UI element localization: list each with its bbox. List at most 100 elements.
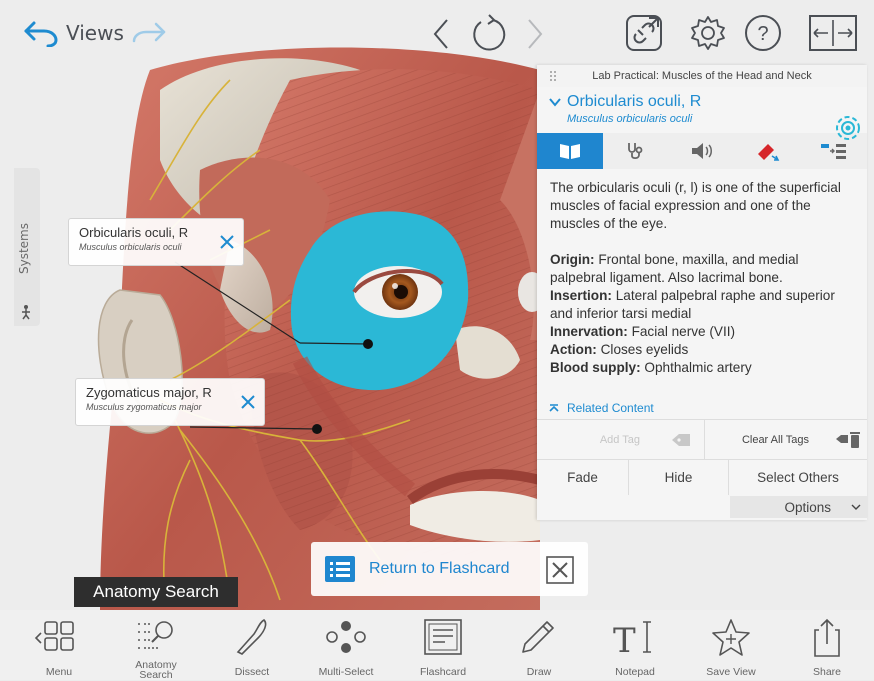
tag-icon <box>672 433 690 446</box>
structure-info-panel: Lab Practical: Muscles of the Head and N… <box>537 65 867 520</box>
stethoscope-icon <box>628 143 643 160</box>
gear-icon <box>691 16 725 50</box>
tag-row: Add Tag Clear All Tags <box>537 419 867 459</box>
chevron-down-icon <box>851 504 861 510</box>
next-view-button[interactable] <box>522 16 548 52</box>
hide-button[interactable]: Hide <box>629 460 729 495</box>
share-button[interactable]: Share <box>786 610 868 680</box>
close-icon[interactable] <box>219 234 235 250</box>
fullscreen-button[interactable] <box>808 14 858 52</box>
flashcard-list-icon <box>325 556 355 582</box>
speaker-icon <box>692 143 712 159</box>
zygomaticus-pin[interactable] <box>312 424 322 434</box>
label-name: Orbicularis oculi, R <box>79 225 189 240</box>
menu-label: Menu <box>45 666 73 678</box>
previous-view-button[interactable] <box>428 16 454 52</box>
label-name: Zygomaticus major, R <box>86 385 212 400</box>
drag-handle-icon[interactable] <box>549 70 557 82</box>
star-add-icon <box>712 619 750 656</box>
menu-grid-icon <box>34 621 74 651</box>
anatomy-search-tooltip: Anatomy Search <box>74 577 238 607</box>
chevron-down-icon[interactable] <box>549 97 561 107</box>
label-latin-name: Musculus zygomaticus major <box>86 402 202 412</box>
structure-name: Orbicularis oculi, R <box>567 93 702 110</box>
share-link-button[interactable] <box>624 13 664 53</box>
flashcard-button[interactable]: Flashcard <box>402 610 484 680</box>
link-icon <box>626 15 662 51</box>
search-list-icon <box>138 621 173 649</box>
redo-button[interactable] <box>126 18 170 48</box>
tab-definition[interactable] <box>537 133 603 169</box>
structure-header[interactable]: Orbicularis oculi, R Musculus orbiculari… <box>537 87 867 140</box>
label-latin-name: Musculus orbicularis oculi <box>79 242 182 252</box>
help-button[interactable]: ? <box>742 12 784 54</box>
anatomy-search-label: Anatomy Search <box>135 659 177 681</box>
draw-button[interactable]: Draw <box>498 610 580 680</box>
anatomy-search-button[interactable]: Anatomy Search <box>115 610 197 680</box>
fact-origin: Origin: Frontal bone, maxilla, and media… <box>550 252 799 285</box>
notepad-button[interactable]: T Notepad <box>594 610 676 680</box>
related-content-label: Related Content <box>567 401 654 415</box>
svg-text:T: T <box>613 621 636 660</box>
locate-target-icon[interactable] <box>835 115 861 141</box>
chevron-right-icon <box>528 19 543 49</box>
panel-context-bar[interactable]: Lab Practical: Muscles of the Head and N… <box>537 65 867 87</box>
options-dropdown[interactable]: Options <box>730 496 867 518</box>
save-view-button[interactable]: Save View <box>690 610 772 680</box>
book-icon <box>560 144 580 159</box>
share-label: Share <box>812 666 842 678</box>
description-text: The orbicularis oculi (r, l) is one of t… <box>550 180 841 231</box>
dissect-button[interactable]: Dissect <box>211 610 293 680</box>
settings-button[interactable] <box>688 13 728 53</box>
structure-description: The orbicularis oculi (r, l) is one of t… <box>537 169 867 377</box>
fact-insertion: Insertion: Lateral palpebral raphe and s… <box>550 288 835 321</box>
hierarchy-icon <box>821 144 846 159</box>
panel-tabs <box>537 133 867 169</box>
orbicularis-pin[interactable] <box>363 339 373 349</box>
panel-context-title: Lab Practical: Muscles of the Head and N… <box>592 70 812 82</box>
save-view-label: Save View <box>706 666 756 678</box>
close-icon[interactable] <box>240 394 256 410</box>
redo-arrow-icon <box>132 22 166 43</box>
systems-tab-label: Systems <box>17 223 31 274</box>
flashcard-label: Flashcard <box>419 666 467 678</box>
related-content-toggle[interactable]: Related Content <box>537 397 867 419</box>
multi-select-label: Multi-Select <box>318 666 374 678</box>
systems-tab[interactable]: Systems <box>14 168 40 326</box>
fact-blood-supply: Blood supply: Ophthalmic artery <box>550 360 752 375</box>
notepad-label: Notepad <box>615 666 655 678</box>
tab-clinical[interactable] <box>603 133 669 169</box>
fade-button[interactable]: Fade <box>537 460 629 495</box>
add-tag-button[interactable]: Add Tag <box>537 420 705 459</box>
flashcard-icon <box>424 619 462 655</box>
clear-all-tags-button[interactable]: Clear All Tags <box>705 420 867 459</box>
select-others-button[interactable]: Select Others <box>729 460 867 495</box>
pencil-icon <box>522 621 554 653</box>
chevron-left-icon <box>433 19 448 49</box>
add-tag-label: Add Tag <box>599 433 640 446</box>
share-icon <box>814 618 840 657</box>
options-label: Options <box>784 499 831 515</box>
multi-select-button[interactable]: Multi-Select <box>305 610 387 680</box>
views-button[interactable]: Views <box>22 16 124 50</box>
fact-innervation: Innervation: Facial nerve (VII) <box>550 324 736 339</box>
rotate-reset-icon <box>473 14 506 51</box>
return-to-flashcard-banner[interactable]: Return to Flashcard <box>311 542 588 596</box>
bottom-toolbar: Menu Anatomy Search Dissect Multi-Select… <box>0 610 874 680</box>
expand-icon <box>809 15 857 51</box>
undo-arrow-icon <box>24 21 58 47</box>
menu-button[interactable]: Menu <box>18 610 100 680</box>
reset-view-button[interactable] <box>466 13 512 55</box>
text-cursor-icon: T <box>613 621 651 660</box>
close-box-icon[interactable] <box>546 556 574 584</box>
structure-actions: Fade Hide Select Others <box>537 459 867 495</box>
return-to-flashcard-label: Return to Flashcard <box>369 560 510 577</box>
scalpel-icon <box>236 619 267 655</box>
structure-label-orbicularis-oculi[interactable]: Orbicularis oculi, R Musculus orbiculari… <box>68 218 244 266</box>
dissect-label: Dissect <box>234 666 270 678</box>
views-label: Views <box>66 21 124 45</box>
svg-text:?: ? <box>757 23 768 45</box>
tab-pronunciation[interactable] <box>669 133 735 169</box>
tab-pins[interactable] <box>735 133 801 169</box>
structure-label-zygomaticus-major[interactable]: Zygomaticus major, R Musculus zygomaticu… <box>75 378 265 426</box>
